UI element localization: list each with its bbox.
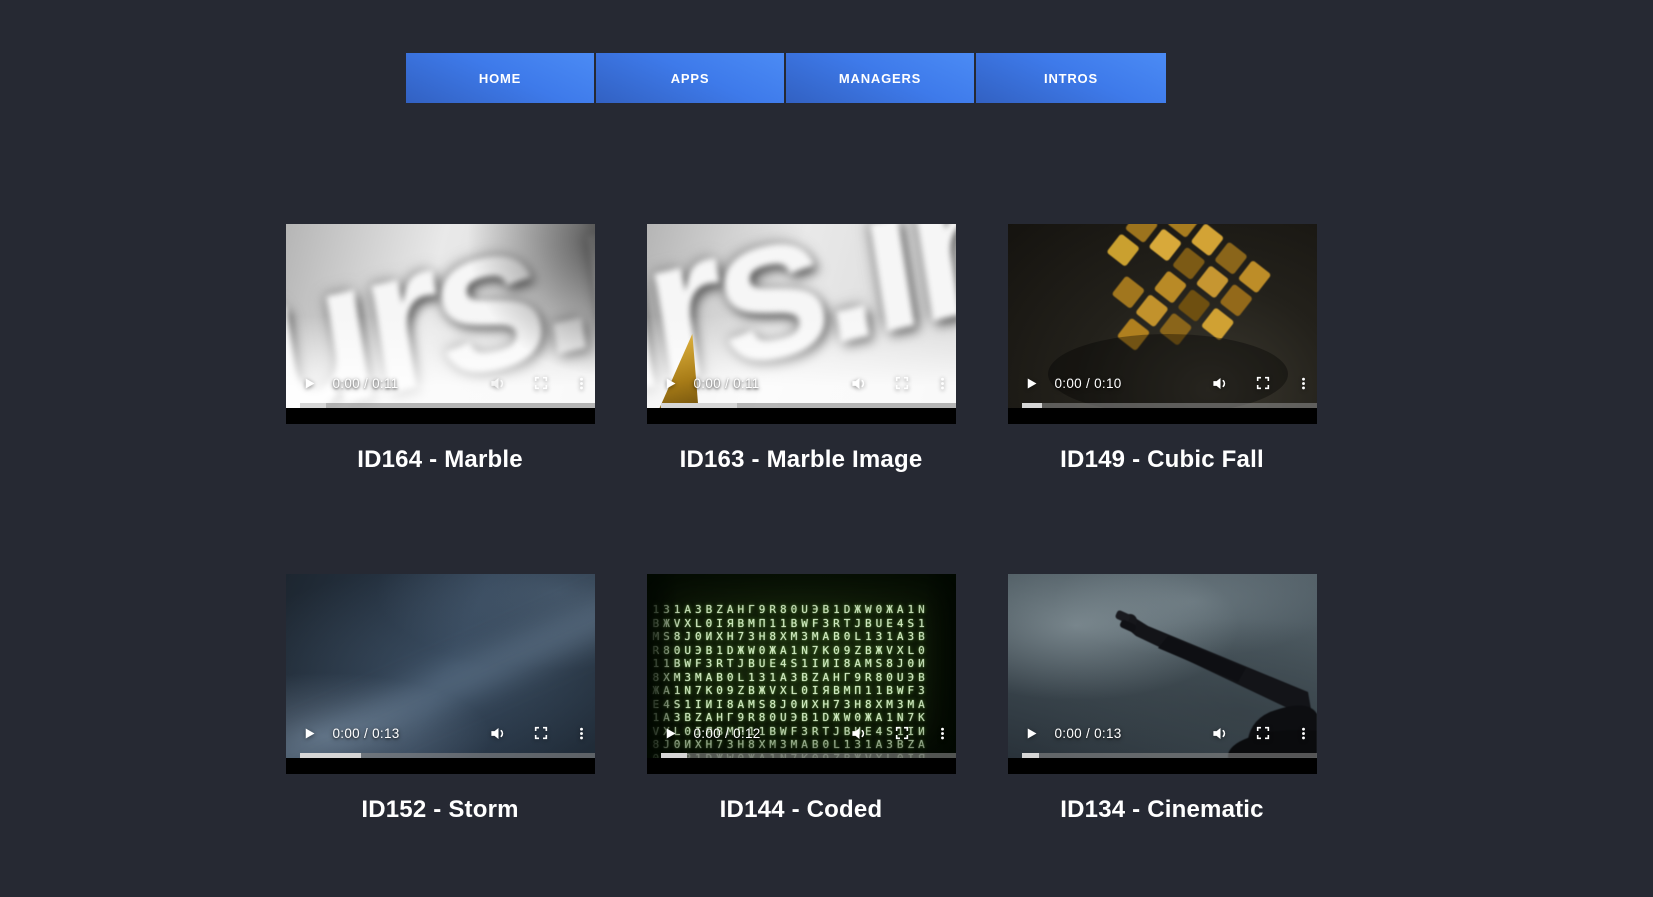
nav-item-home[interactable]: HOME xyxy=(406,53,596,103)
fullscreen-icon[interactable] xyxy=(894,375,910,391)
video-buffered xyxy=(660,753,688,758)
nav-item-managers[interactable]: MANAGERS xyxy=(786,53,976,103)
volume-icon[interactable] xyxy=(1211,724,1230,743)
volume-icon[interactable] xyxy=(489,374,508,393)
video-controls: 0:00 / 0:10 xyxy=(1008,370,1317,396)
video-progress-bar[interactable] xyxy=(299,403,595,408)
video-cell: urs.ino 0:00 / 0:11 xyxy=(646,224,956,474)
video-cell: 0:00 / 0:13 ID134 - Cinematic xyxy=(1007,574,1317,824)
nav-item-intros[interactable]: INTROS xyxy=(976,53,1166,103)
play-icon[interactable] xyxy=(663,376,678,391)
video-controls: 0:00 / 0:12 xyxy=(647,720,956,746)
fullscreen-icon[interactable] xyxy=(1255,725,1271,741)
video-title: ID144 - Coded xyxy=(719,796,883,823)
video-time: 0:00 / 0:11 xyxy=(332,375,399,391)
fullscreen-icon[interactable] xyxy=(533,725,549,741)
video-buffered xyxy=(660,403,738,408)
video-time: 0:00 / 0:13 xyxy=(1054,725,1122,741)
video-player-storm[interactable]: 0:00 / 0:13 xyxy=(285,574,595,774)
video-title: ID163 - Marble Image xyxy=(679,446,923,473)
video-progress-bar[interactable] xyxy=(1021,403,1317,408)
fullscreen-icon[interactable] xyxy=(1255,375,1271,391)
nav-item-apps[interactable]: APPS xyxy=(596,53,786,103)
play-icon[interactable] xyxy=(1024,376,1039,391)
video-title: ID149 - Cubic Fall xyxy=(1060,446,1264,473)
volume-icon[interactable] xyxy=(489,724,508,743)
volume-icon[interactable] xyxy=(850,724,869,743)
overflow-menu-icon[interactable] xyxy=(574,726,589,741)
main-nav: HOME APPS MANAGERS INTROS xyxy=(406,53,1166,103)
video-controls: 0:00 / 0:11 xyxy=(286,370,595,396)
video-progress-bar[interactable] xyxy=(660,403,956,408)
volume-icon[interactable] xyxy=(850,374,869,393)
video-progress-bar[interactable] xyxy=(299,753,595,758)
video-time: 0:00 / 0:13 xyxy=(332,725,400,741)
video-buffered xyxy=(299,403,327,408)
video-progress-bar[interactable] xyxy=(1021,753,1317,758)
video-player-cinematic[interactable]: 0:00 / 0:13 xyxy=(1007,574,1317,774)
overflow-menu-icon[interactable] xyxy=(1296,376,1311,391)
video-controls: 0:00 / 0:13 xyxy=(1008,720,1317,746)
fullscreen-icon[interactable] xyxy=(894,725,910,741)
overflow-menu-icon[interactable] xyxy=(574,376,589,391)
video-time: 0:00 / 0:10 xyxy=(1054,375,1122,391)
overflow-menu-icon[interactable] xyxy=(935,726,950,741)
video-cell: 0:00 / 0:13 ID152 - Storm xyxy=(285,574,595,824)
video-buffered xyxy=(1021,403,1043,408)
video-controls: 0:00 / 0:13 xyxy=(286,720,595,746)
video-cell: 131A3BZAHГ9R80UЭB1DЖW0ЖA1N BЖVXL0IЯBMП11… xyxy=(646,574,956,824)
video-cell: urs.ino 0:00 / 0:11 xyxy=(285,224,595,474)
overflow-menu-icon[interactable] xyxy=(1296,726,1311,741)
video-controls: 0:00 / 0:11 xyxy=(647,370,956,396)
video-progress-bar[interactable] xyxy=(660,753,956,758)
video-cell: 0:00 / 0:10 ID149 - Cubic Fall xyxy=(1007,224,1317,474)
video-time: 0:00 / 0:12 xyxy=(693,725,761,741)
video-grid: urs.ino 0:00 / 0:11 xyxy=(285,224,1317,824)
video-buffered xyxy=(1021,753,1040,758)
video-title: ID164 - Marble xyxy=(357,446,523,473)
video-title: ID152 - Storm xyxy=(361,796,519,823)
video-time: 0:00 / 0:11 xyxy=(693,375,760,391)
play-icon[interactable] xyxy=(302,726,317,741)
video-buffered xyxy=(299,753,362,758)
page: HOME APPS MANAGERS INTROS urs.ino 0:00 /… xyxy=(0,53,1572,897)
play-icon[interactable] xyxy=(663,726,678,741)
play-icon[interactable] xyxy=(302,376,317,391)
overflow-menu-icon[interactable] xyxy=(935,376,950,391)
video-player-marble[interactable]: urs.ino 0:00 / 0:11 xyxy=(285,224,595,424)
video-player-cubic-fall[interactable]: 0:00 / 0:10 xyxy=(1007,224,1317,424)
video-title: ID134 - Cinematic xyxy=(1060,796,1264,823)
volume-icon[interactable] xyxy=(1211,374,1230,393)
video-player-coded[interactable]: 131A3BZAHГ9R80UЭB1DЖW0ЖA1N BЖVXL0IЯBMП11… xyxy=(646,574,956,774)
play-icon[interactable] xyxy=(1024,726,1039,741)
video-player-marble-image[interactable]: urs.ino 0:00 / 0:11 xyxy=(646,224,956,424)
fullscreen-icon[interactable] xyxy=(533,375,549,391)
